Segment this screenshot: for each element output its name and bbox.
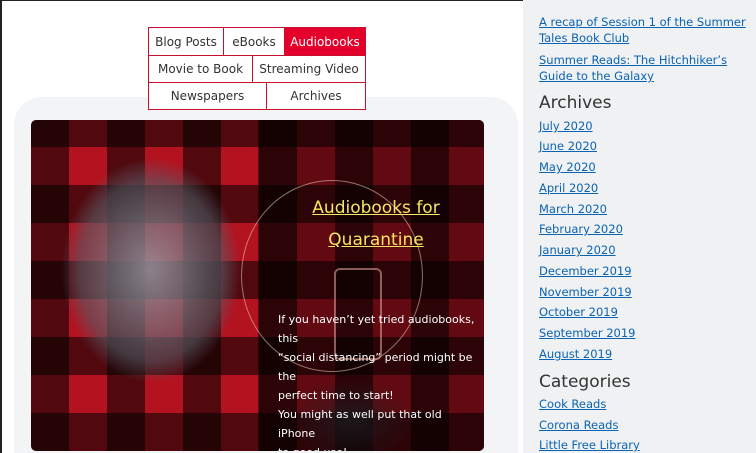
excerpt-line: “social distancing” period might be the — [278, 351, 473, 383]
recent-post-link[interactable]: A recap of Session 1 of the Summer Tales… — [539, 14, 754, 46]
category-link-cook-reads[interactable]: Cook Reads — [539, 396, 606, 412]
excerpt-line: perfect time to start! — [278, 389, 394, 402]
tab-ebooks[interactable]: eBooks — [223, 27, 285, 56]
tab-newspapers[interactable]: Newspapers — [148, 82, 267, 110]
sidebar: A recap of Session 1 of the Summer Tales… — [523, 0, 756, 453]
category-link-corona-reads[interactable]: Corona Reads — [539, 417, 618, 433]
archive-link-november-2019[interactable]: November 2019 — [539, 284, 632, 300]
archive-link-december-2019[interactable]: December 2019 — [539, 263, 632, 279]
archive-link-march-2020[interactable]: March 2020 — [539, 201, 607, 217]
archive-link-january-2020[interactable]: January 2020 — [539, 242, 616, 258]
tab-blog-posts[interactable]: Blog Posts — [148, 27, 224, 56]
hero-title-link[interactable]: Audiobooks for Quarantine — [301, 192, 451, 256]
excerpt-line: If you haven’t yet tried audiobooks, thi… — [278, 313, 475, 345]
tab-audiobooks[interactable]: Audiobooks — [284, 27, 366, 56]
featured-post-hero[interactable]: Audiobooks for Quarantine If you haven’t… — [31, 120, 484, 451]
archive-link-july-2020[interactable]: July 2020 — [539, 118, 593, 134]
hero-title-line-2: Quarantine — [328, 230, 424, 250]
archive-link-february-2020[interactable]: February 2020 — [539, 221, 623, 237]
categories-heading: Categories — [539, 372, 631, 392]
archives-heading: Archives — [539, 93, 612, 113]
tab-archives[interactable]: Archives — [266, 82, 366, 110]
tab-streaming-video[interactable]: Streaming Video — [252, 55, 366, 83]
hero-title-line-1: Audiobooks for — [312, 198, 440, 218]
tab-movie-to-book[interactable]: Movie to Book — [148, 55, 253, 83]
excerpt-line: to good use! — [278, 443, 478, 451]
archive-link-october-2019[interactable]: October 2019 — [539, 304, 618, 320]
archive-link-august-2019[interactable]: August 2019 — [539, 346, 612, 362]
archive-link-april-2020[interactable]: April 2020 — [539, 180, 598, 196]
archive-link-may-2020[interactable]: May 2020 — [539, 159, 596, 175]
category-link-little-free-library[interactable]: Little Free Library — [539, 437, 640, 453]
excerpt-line: You might as well put that old iPhone — [278, 408, 442, 440]
hero-excerpt: If you haven’t yet tried audiobooks, thi… — [278, 310, 478, 451]
recent-post-link[interactable]: Summer Reads: The Hitchhiker’s Guide to … — [539, 52, 754, 84]
archive-link-june-2020[interactable]: June 2020 — [539, 138, 597, 154]
archive-link-september-2019[interactable]: September 2019 — [539, 325, 636, 341]
